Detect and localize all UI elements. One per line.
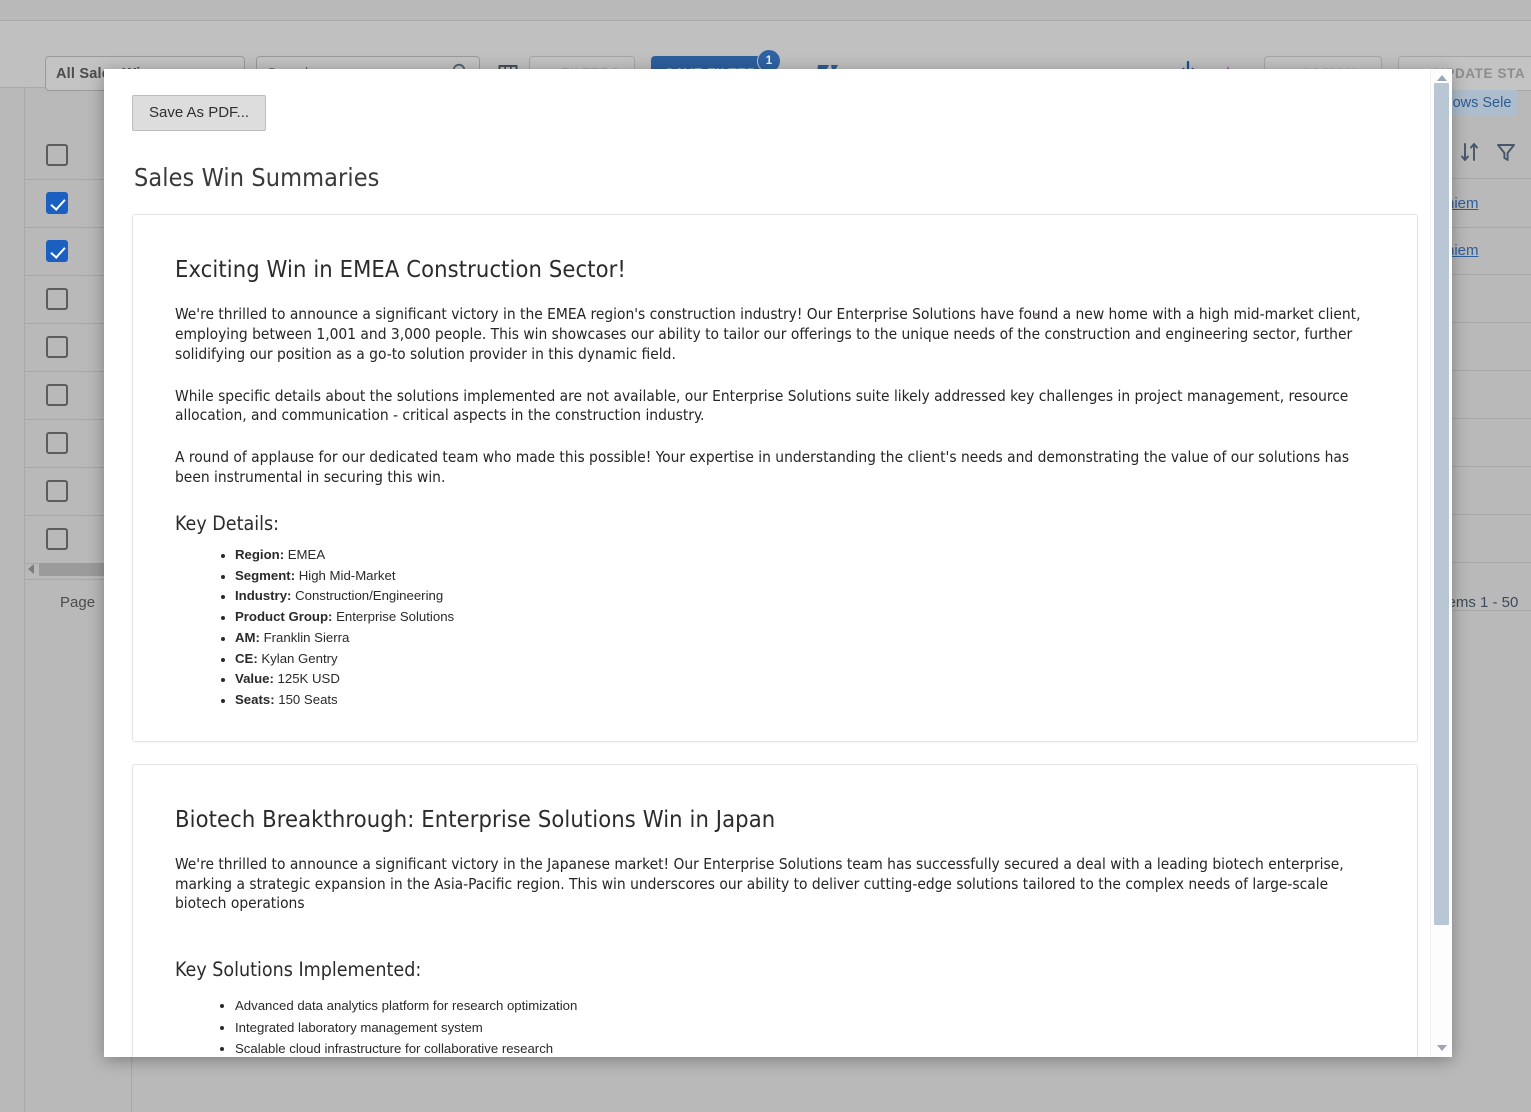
solutions-list: Advanced data analytics platform for res… [175, 995, 1377, 1057]
detail-value: 150 Seats [278, 692, 338, 708]
render-artifact-dot [1035, 313, 1038, 316]
row-checkbox[interactable] [46, 144, 68, 166]
detail-label: AM: [235, 629, 260, 645]
list-item: Seats: 150 Seats [235, 690, 1377, 711]
row-checkbox[interactable] [46, 336, 68, 358]
row-checkbox[interactable] [46, 480, 68, 502]
detail-value: Enterprise Solutions [336, 609, 455, 625]
page-title: Sales Win Summaries [134, 163, 380, 192]
detail-label: Industry: [235, 588, 292, 604]
detail-value: High Mid-Market [298, 567, 396, 583]
summary-card: Biotech Breakthrough: Enterprise Solutio… [132, 763, 1418, 1057]
detail-value: Franklin Sierra [263, 629, 350, 645]
card-paragraph: We're thrilled to announce a significant… [175, 305, 1361, 363]
table-row[interactable]: niem [1440, 226, 1531, 275]
modal-scroll-area: Save As PDF... Sales Win Summaries Excit… [104, 69, 1452, 1057]
modal-vertical-scrollbar[interactable] [1430, 69, 1452, 1057]
row-checkbox[interactable] [46, 528, 68, 550]
detail-label: Value: [235, 671, 274, 687]
row-checkbox[interactable] [46, 240, 68, 262]
detail-value: EMEA [287, 547, 326, 563]
list-item: CE: Kylan Gentry [235, 649, 1377, 670]
list-item: AM: Franklin Sierra [235, 628, 1377, 649]
row-checkbox[interactable] [46, 384, 68, 406]
detail-label: Region: [235, 547, 285, 563]
list-item: Segment: High Mid-Market [235, 566, 1377, 587]
scroll-down-arrow-icon[interactable] [1431, 1041, 1452, 1055]
card-heading: Exciting Win in EMEA Construction Sector… [175, 255, 627, 283]
card-heading: Biotech Breakthrough: Enterprise Solutio… [175, 804, 776, 833]
key-details-list: Region: EMEA Segment: High Mid-Market In… [175, 545, 1377, 711]
detail-label: Product Group: [235, 609, 333, 625]
sort-icon[interactable] [1459, 141, 1481, 168]
card-paragraph: We're thrilled to announce a significant… [175, 854, 1344, 913]
scrollbar-thumb[interactable] [1434, 83, 1449, 925]
detail-value: Kylan Gentry [261, 650, 338, 666]
grid-header-actions [1459, 130, 1531, 178]
detail-value: Construction/Engineering [295, 588, 444, 604]
table-row[interactable] [1440, 370, 1531, 419]
table-row[interactable] [1440, 466, 1531, 515]
solutions-heading: Key Solutions Implemented: [175, 958, 422, 982]
row-checkbox[interactable] [46, 432, 68, 454]
summary-card: Exciting Win in EMEA Construction Sector… [132, 214, 1418, 742]
detail-label: Seats: [235, 692, 275, 708]
table-row[interactable]: niem [1440, 178, 1531, 228]
row-checkbox[interactable] [46, 288, 68, 310]
card-paragraph: While specific details about the solutio… [175, 386, 1349, 425]
card-paragraph: A round of applause for our dedicated te… [175, 448, 1350, 487]
table-row[interactable] [1440, 322, 1531, 371]
list-item: Value: 125K USD [235, 669, 1377, 690]
list-item: Integrated laboratory management system [235, 1017, 1377, 1038]
row-checkbox[interactable] [46, 192, 68, 214]
sales-win-summaries-modal: Save As PDF... Sales Win Summaries Excit… [104, 69, 1452, 1057]
table-row[interactable] [1440, 514, 1531, 563]
detail-label: CE: [235, 650, 258, 666]
table-row[interactable] [1440, 418, 1531, 467]
scroll-left-arrow-icon[interactable] [28, 564, 34, 574]
list-item: Industry: Construction/Engineering [235, 586, 1377, 607]
table-row[interactable] [1440, 274, 1531, 323]
key-details-heading: Key Details: [175, 512, 280, 536]
detail-label: Segment: [235, 567, 296, 583]
list-item: Region: EMEA [235, 545, 1377, 566]
detail-value: 125K USD [277, 671, 340, 687]
list-item: Product Group: Enterprise Solutions [235, 607, 1377, 628]
filter-funnel-icon[interactable] [1495, 141, 1517, 168]
list-item: Scalable cloud infrastructure for collab… [235, 1038, 1377, 1057]
list-item: Advanced data analytics platform for res… [235, 995, 1377, 1016]
save-as-pdf-button[interactable]: Save As PDF... [132, 95, 267, 131]
pager-label: Page [60, 593, 96, 611]
